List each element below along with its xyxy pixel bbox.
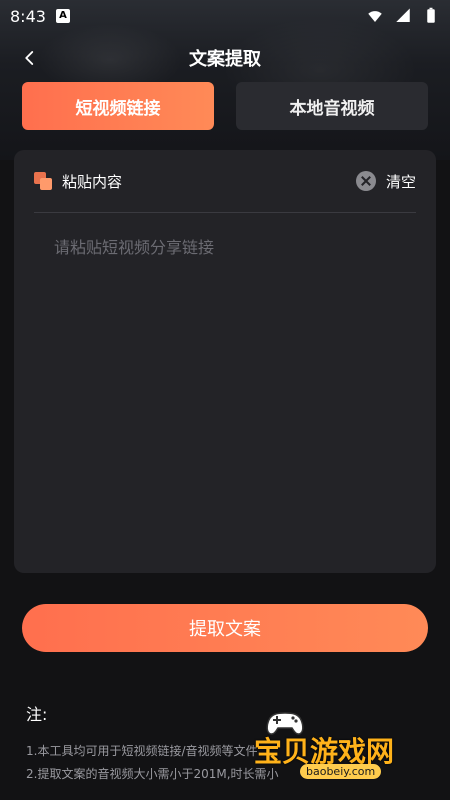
status-notification-badge: A bbox=[55, 9, 70, 23]
status-time: 8:43 bbox=[10, 6, 46, 26]
tab-short-video-link[interactable]: 短视频链接 bbox=[22, 82, 214, 130]
note-line-1: 1.本工具均可用于短视频链接/音视频等文件 bbox=[26, 744, 258, 758]
paste-card: 粘贴内容 清空 bbox=[14, 150, 436, 573]
paste-icon bbox=[34, 172, 52, 190]
tab-bar: 短视频链接 本地音视频 bbox=[22, 82, 428, 130]
notes-title: 注: bbox=[26, 705, 48, 724]
watermark: 宝贝游戏网 baobeiy.com bbox=[254, 708, 424, 780]
watermark-site: baobeiy.com bbox=[300, 764, 382, 779]
app-bar: 文案提取 bbox=[0, 35, 450, 81]
page-title: 文案提取 bbox=[189, 49, 261, 70]
battery-icon bbox=[427, 7, 435, 23]
tab-local-media[interactable]: 本地音视频 bbox=[236, 82, 428, 130]
clear-button[interactable]: 清空 bbox=[355, 171, 416, 192]
status-bar: 8:43 A bbox=[0, 0, 450, 32]
clear-icon bbox=[355, 171, 376, 191]
paste-card-header: 粘贴内容 清空 bbox=[14, 150, 436, 212]
card-divider bbox=[34, 212, 416, 213]
signal-icon bbox=[396, 8, 410, 22]
paste-link-input[interactable] bbox=[52, 232, 406, 556]
note-line-2: 2.提取文案的音视频大小需小于201M,时长需小 bbox=[26, 767, 279, 781]
status-right bbox=[366, 7, 440, 25]
back-icon bbox=[25, 51, 34, 65]
extract-text-button[interactable]: 提取文案 bbox=[22, 604, 428, 652]
clear-label: 清空 bbox=[385, 172, 416, 191]
paste-title: 粘贴内容 bbox=[34, 171, 122, 192]
wifi-icon bbox=[368, 11, 382, 22]
paste-icon-front bbox=[40, 178, 52, 190]
status-left: 8:43 A bbox=[10, 7, 70, 26]
back-button[interactable] bbox=[16, 44, 44, 72]
paste-label: 粘贴内容 bbox=[62, 172, 123, 191]
